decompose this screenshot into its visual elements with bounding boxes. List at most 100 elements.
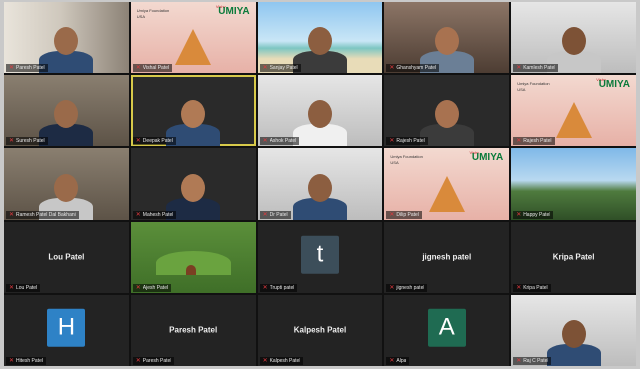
participant-name-label: Kalpesh Patel xyxy=(269,357,301,364)
participant-name-label: Hitesh Patel xyxy=(16,357,43,364)
participant-figure xyxy=(546,316,601,366)
participant-tile[interactable]: Paresh Patel ✕ Paresh Patel xyxy=(130,294,256,366)
participant-figure xyxy=(419,96,474,147)
muted-mic-icon[interactable]: ✕ xyxy=(516,65,521,71)
participant-name-label: Dilip Patel xyxy=(396,211,419,218)
muted-mic-icon[interactable]: ✕ xyxy=(516,358,521,364)
muted-mic-icon[interactable]: ✕ xyxy=(9,138,14,144)
muted-mic-icon[interactable]: ✕ xyxy=(389,65,394,71)
muted-mic-icon[interactable]: ✕ xyxy=(9,358,14,364)
muted-mic-icon[interactable]: ✕ xyxy=(389,138,394,144)
muted-mic-icon[interactable]: ✕ xyxy=(389,358,394,364)
participant-tile[interactable]: Lou Patel ✕ Lou Patel xyxy=(4,221,129,293)
brand-logo: UMIYA xyxy=(218,6,250,17)
participant-tile[interactable]: ✕ Ashok Patel xyxy=(257,75,383,147)
participant-avatar: t xyxy=(300,235,339,274)
muted-mic-icon[interactable]: ✕ xyxy=(136,358,141,364)
participant-head xyxy=(434,27,459,56)
participant-tile[interactable]: ✕ Happy Patel xyxy=(511,148,636,220)
participant-name-label: Ashok Patel xyxy=(269,138,297,145)
muted-mic-icon[interactable]: ✕ xyxy=(263,358,268,364)
participant-tile[interactable]: Vishv UMIYA Umiya Foundation USA ✕ Rajesh Pat… xyxy=(511,75,636,147)
participant-name-label: Ghanshyam Patel xyxy=(396,65,437,72)
muted-mic-icon[interactable]: ✕ xyxy=(263,212,268,218)
participant-name-bar: ✕ Rajesh Patel xyxy=(386,137,428,146)
participant-name-bar: ✕ Trupti patel xyxy=(259,283,298,292)
participant-name-bar: ✕ Rajesh Patel xyxy=(513,137,555,146)
participant-tile[interactable]: ✕ Mahesh Patel xyxy=(130,148,256,220)
muted-mic-icon[interactable]: ✕ xyxy=(389,212,394,218)
participant-tile[interactable]: ✕ Deepak Patel xyxy=(130,75,256,147)
participant-tile[interactable]: jignesh patel ✕ jignesh patel xyxy=(384,221,510,293)
participant-name-bar: ✕ Deepak Patel xyxy=(132,137,176,146)
participant-name-bar: ✕ Mahesh Patel xyxy=(132,210,177,219)
participant-head xyxy=(181,173,206,202)
participant-name-label: jignesh patel xyxy=(396,284,425,291)
participant-tile[interactable]: ✕ Dr Patel xyxy=(257,148,383,220)
participant-tile[interactable]: Vishv UMIYA Umiya Foundation USA ✕ Dilip Pate… xyxy=(384,148,510,220)
muted-mic-icon[interactable]: ✕ xyxy=(263,285,268,291)
participant-tile[interactable]: Kalpesh Patel ✕ Kalpesh Patel xyxy=(257,294,383,366)
participant-name-bar: ✕ Ajesh Patel xyxy=(132,283,172,292)
muted-mic-icon[interactable]: ✕ xyxy=(516,212,521,218)
participant-name-label: Lou Patel xyxy=(16,284,38,291)
muted-mic-icon[interactable]: ✕ xyxy=(136,285,141,291)
participant-name-bar: ✕ Paresh Patel xyxy=(132,356,175,365)
participant-tile[interactable]: Vishv UMIYA Umiya Foundation USA ✕ Vishal Pat… xyxy=(130,2,256,74)
participant-name-bar: ✕ Kripa Patel xyxy=(513,283,551,292)
participant-name-bar: ✕ jignesh patel xyxy=(386,283,428,292)
muted-mic-icon[interactable]: ✕ xyxy=(136,138,141,144)
participant-name-label: Rajesh Patel xyxy=(523,138,552,145)
slide-line-2: USA xyxy=(390,160,399,166)
muted-mic-icon[interactable]: ✕ xyxy=(9,212,14,218)
participant-tile[interactable]: ✕ Rajesh Patel xyxy=(384,75,510,147)
participant-name-bar: ✕ Raj C Patel xyxy=(513,356,552,365)
participant-name-label: Dr Patel xyxy=(269,211,288,218)
temple-graphic xyxy=(428,175,465,212)
participant-tile[interactable]: ✕ Ajesh Patel xyxy=(130,221,256,293)
participant-tile[interactable]: ✕ Ghanshyam Patel xyxy=(384,2,510,74)
participant-name-display: jignesh patel xyxy=(422,252,472,262)
participant-name-label: Raj C Patel xyxy=(523,357,549,364)
muted-mic-icon[interactable]: ✕ xyxy=(9,65,14,71)
participant-tile[interactable]: ✕ Sanjay Patel xyxy=(257,2,383,74)
participant-figure xyxy=(292,170,347,220)
slide-line-1: Umiya Foundation xyxy=(136,8,170,13)
participant-head xyxy=(181,100,206,129)
muted-mic-icon[interactable]: ✕ xyxy=(516,285,521,291)
participant-tile[interactable]: ✕ Paresh Patel xyxy=(4,2,129,74)
participant-tile[interactable]: H ✕ Hitesh Patel xyxy=(4,294,129,366)
participant-figure xyxy=(292,23,347,74)
muted-mic-icon[interactable]: ✕ xyxy=(9,285,14,291)
participant-name-label: Kamlesh Patel xyxy=(523,65,556,72)
participant-name-bar: ✕ Happy Patel xyxy=(513,210,554,219)
participant-name-bar: ✕ Hitesh Patel xyxy=(6,356,46,365)
participant-tile[interactable]: t ✕ Trupti patel xyxy=(257,221,383,293)
video-grid: ✕ Paresh Patel Vishv UMIYA Umiya Foundation U… xyxy=(4,2,636,366)
brand-logo: UMIYA xyxy=(471,152,504,164)
muted-mic-icon[interactable]: ✕ xyxy=(263,65,268,71)
participant-tile[interactable]: A ✕ Alpa xyxy=(384,294,510,366)
participant-name-bar: ✕ Ashok Patel xyxy=(259,137,300,146)
muted-mic-icon[interactable]: ✕ xyxy=(516,138,521,144)
participant-name-display: Kripa Patel xyxy=(552,252,595,262)
participant-name-bar: ✕ Kamlesh Patel xyxy=(513,64,559,73)
participant-name-label: Paresh Patel xyxy=(16,65,45,72)
participant-name-label: Paresh Patel xyxy=(142,357,172,364)
participant-name-bar: ✕ Dilip Patel xyxy=(386,210,422,219)
muted-mic-icon[interactable]: ✕ xyxy=(136,212,141,218)
participant-tile[interactable]: Kripa Patel ✕ Kripa Patel xyxy=(511,221,636,293)
participant-name-bar: ✕ Ramesh Patel Dal Bakhani xyxy=(6,210,79,219)
participant-name-display: Lou Patel xyxy=(48,252,85,262)
participant-tile[interactable]: ✕ Raj C Patel xyxy=(511,294,636,366)
participant-name-label: Mahesh Patel xyxy=(142,211,174,218)
muted-mic-icon[interactable]: ✕ xyxy=(136,65,141,71)
muted-mic-icon[interactable]: ✕ xyxy=(389,285,394,291)
participant-tile[interactable]: ✕ Suresh Patel xyxy=(4,75,129,147)
participant-name-display: Paresh Patel xyxy=(169,325,218,335)
muted-mic-icon[interactable]: ✕ xyxy=(263,138,268,144)
slide-line-2: USA xyxy=(517,87,526,93)
participant-name-display: Kalpesh Patel xyxy=(293,325,347,335)
participant-tile[interactable]: ✕ Ramesh Patel Dal Bakhani xyxy=(4,148,129,220)
participant-tile[interactable]: ✕ Kamlesh Patel xyxy=(511,2,636,74)
